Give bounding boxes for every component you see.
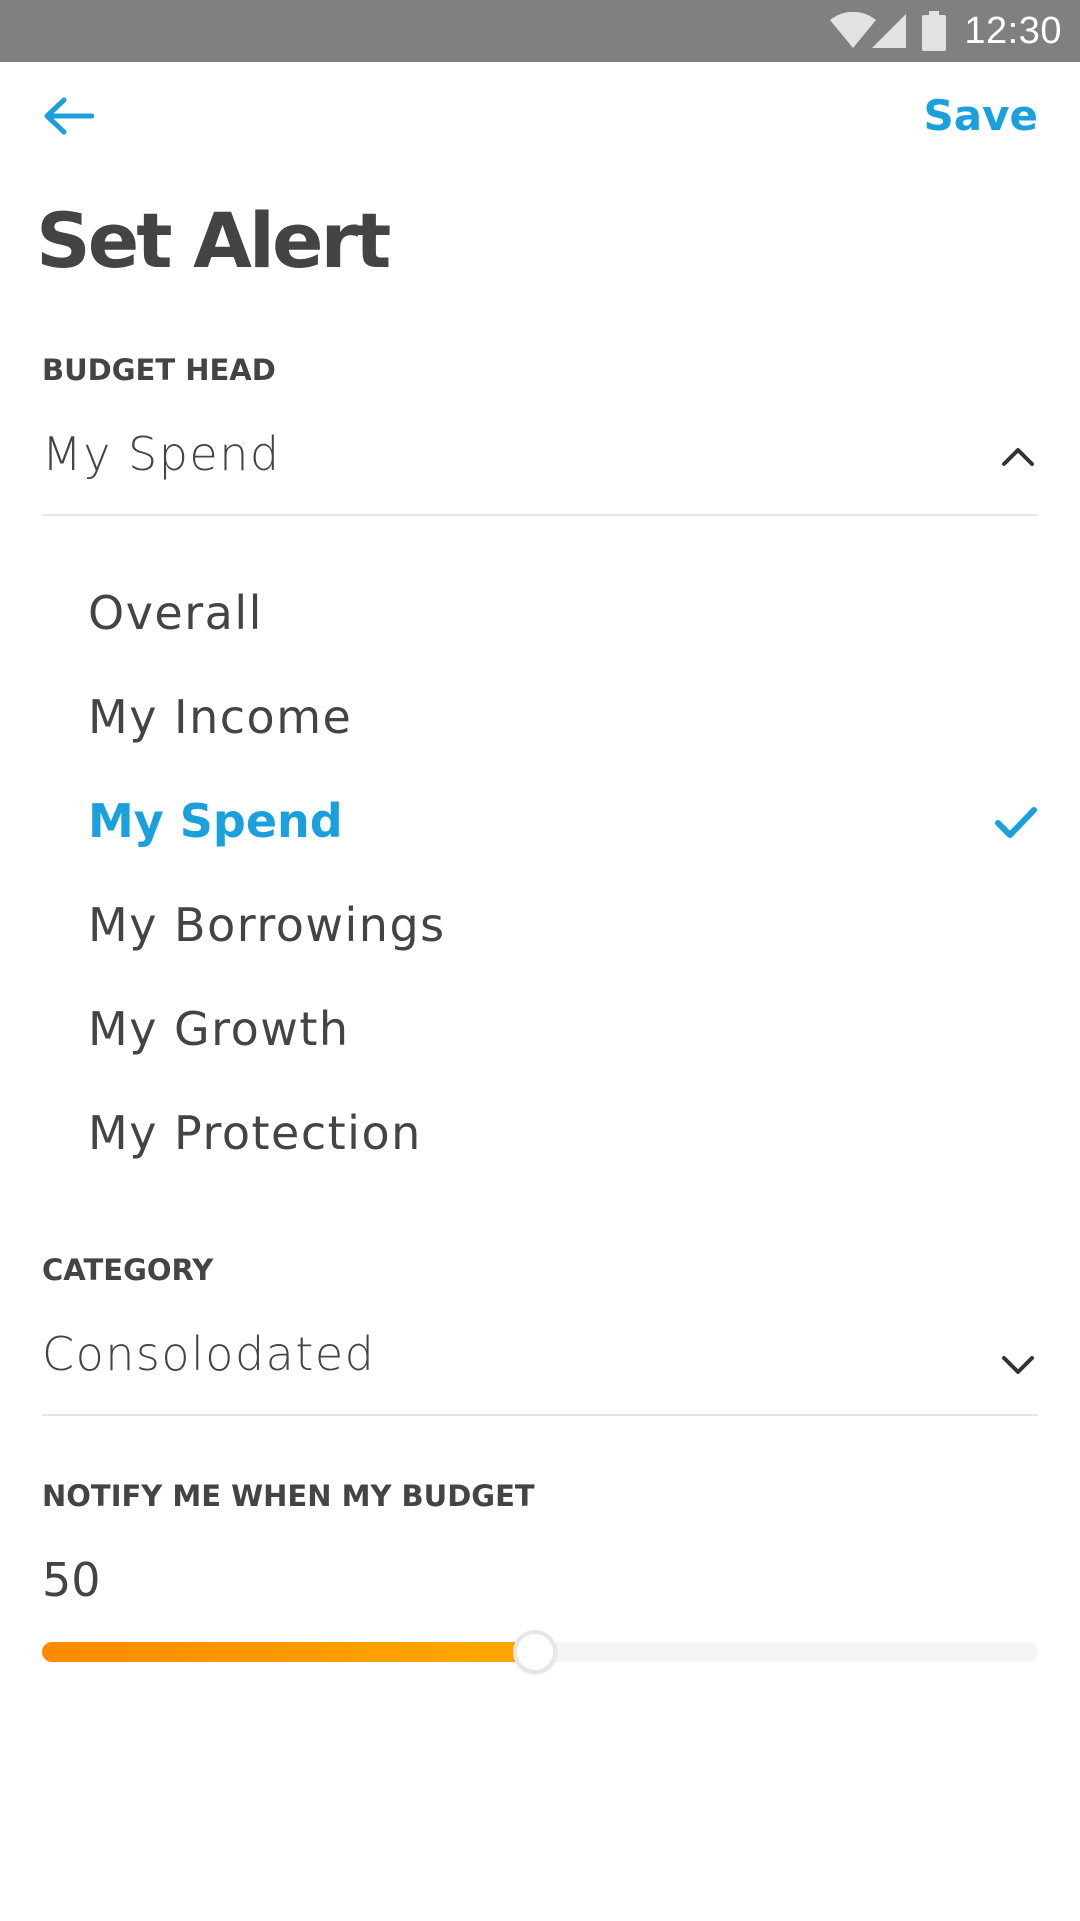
option-label: My Growth — [88, 1002, 350, 1056]
notify-value: 50 — [42, 1553, 101, 1607]
option-label: My Income — [88, 690, 353, 744]
option-my-growth[interactable]: My Growth — [0, 979, 1080, 1083]
page-title: Set Alert — [36, 196, 391, 285]
status-time: 12:30 — [964, 9, 1062, 52]
category-label: CATEGORY — [42, 1253, 214, 1287]
app-bar: Save — [0, 62, 1080, 166]
slider-fill — [42, 1642, 535, 1662]
battery-icon — [922, 11, 947, 51]
save-button[interactable]: Save — [924, 86, 1038, 146]
budget-head-option-list: Overall My Income My Spend My Borrowings… — [0, 563, 1080, 1187]
chevron-up-icon — [998, 436, 1038, 476]
cell-signal-icon — [870, 12, 908, 50]
option-label: Overall — [88, 586, 263, 640]
option-my-spend[interactable]: My Spend — [0, 771, 1080, 875]
option-label: My Borrowings — [88, 898, 446, 952]
budget-head-label: BUDGET HEAD — [42, 353, 276, 387]
back-button[interactable] — [38, 86, 98, 146]
budget-head-select[interactable]: My Spend — [42, 422, 1038, 516]
notify-label: NOTIFY ME WHEN MY BUDGET — [42, 1479, 535, 1513]
option-my-protection[interactable]: My Protection — [0, 1083, 1080, 1187]
slider-thumb[interactable] — [513, 1630, 557, 1674]
status-bar: 12:30 — [0, 0, 1080, 62]
option-label: My Spend — [88, 794, 343, 848]
arrow-left-icon — [42, 96, 95, 136]
option-my-borrowings[interactable]: My Borrowings — [0, 875, 1080, 979]
checkmark-icon — [994, 805, 1038, 841]
category-value: Consolodated — [42, 1327, 376, 1381]
status-icons: 12:30 — [830, 0, 1062, 62]
option-overall[interactable]: Overall — [0, 563, 1080, 667]
budget-slider[interactable] — [42, 1630, 1038, 1674]
option-my-income[interactable]: My Income — [0, 667, 1080, 771]
chevron-down-icon — [998, 1346, 1038, 1386]
category-select[interactable]: Consolodated — [42, 1322, 1038, 1416]
budget-head-value: My Spend — [42, 427, 281, 481]
option-label: My Protection — [88, 1106, 422, 1160]
